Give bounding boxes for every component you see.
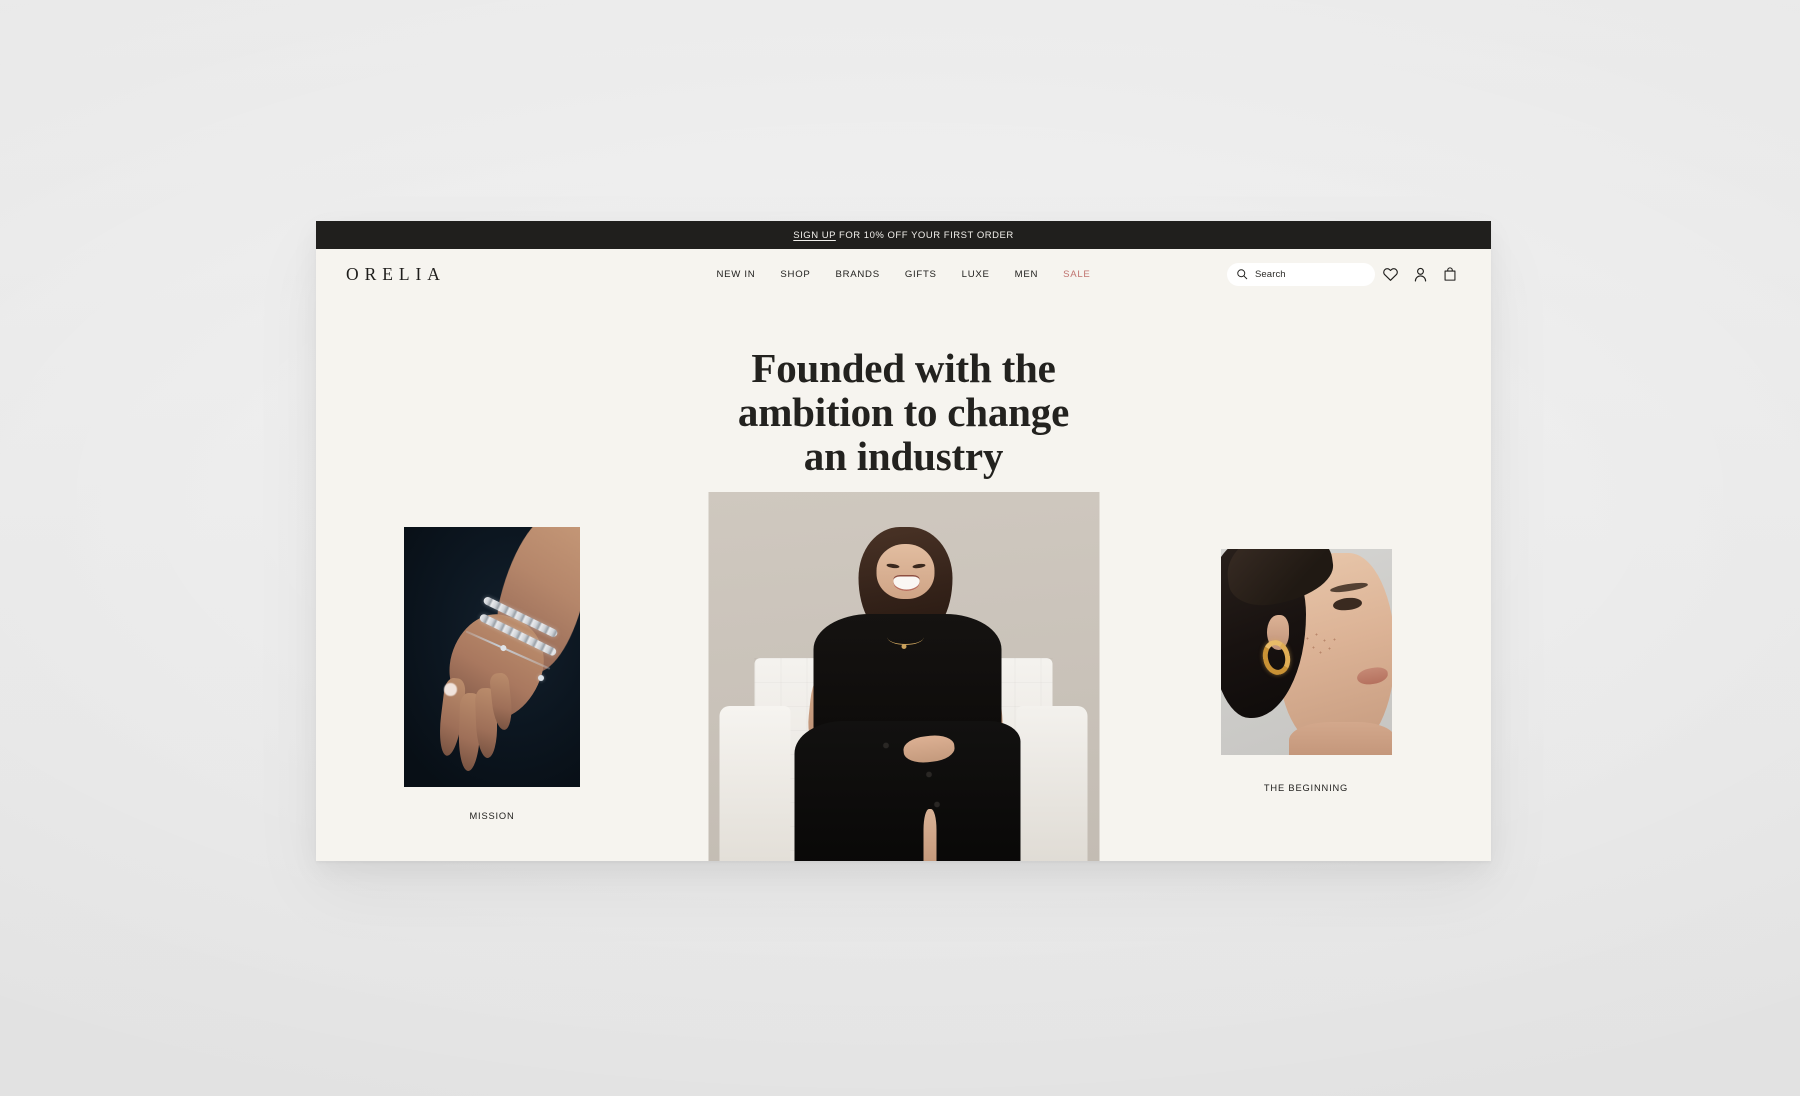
- beginning-caption[interactable]: THE BEGINNING: [1264, 783, 1348, 793]
- hero-section: Founded with the ambition to change an i…: [316, 299, 1491, 861]
- account-button[interactable]: [1405, 259, 1435, 289]
- mission-card[interactable]: MISSION: [392, 527, 592, 821]
- beginning-image[interactable]: [1220, 549, 1392, 755]
- site-logo[interactable]: ORELIA: [342, 264, 446, 285]
- nav-item-shop[interactable]: SHOP: [780, 269, 810, 280]
- shopping-bag-icon: [1442, 266, 1458, 282]
- gold-hoop-earring-illustration: [1220, 549, 1392, 755]
- mission-image[interactable]: [404, 527, 580, 787]
- announcement-text: SIGN UP FOR 10% OFF YOUR FIRST ORDER: [793, 230, 1013, 241]
- search-input[interactable]: [1255, 268, 1365, 280]
- founder-portrait-illustration: [708, 492, 1099, 861]
- sign-up-link[interactable]: SIGN UP: [793, 230, 836, 241]
- headline-line-2: ambition to change: [737, 388, 1070, 435]
- mission-caption[interactable]: MISSION: [469, 811, 514, 821]
- headline-line-1: Founded with the: [751, 345, 1056, 391]
- nav-item-men[interactable]: MEN: [1015, 269, 1038, 280]
- person-icon: [1412, 266, 1429, 283]
- hand-with-pearl-bracelets-illustration: [404, 527, 580, 787]
- nav-item-new-in[interactable]: NEW IN: [716, 269, 755, 280]
- founder-portrait-image[interactable]: [708, 492, 1099, 861]
- headline-line-3: an industry: [803, 432, 1004, 479]
- nav-item-sale[interactable]: SALE: [1063, 269, 1090, 280]
- nav-item-brands[interactable]: BRANDS: [836, 269, 880, 280]
- wishlist-button[interactable]: [1375, 259, 1405, 289]
- nav-item-luxe[interactable]: LUXE: [962, 269, 990, 280]
- search-icon: [1236, 268, 1248, 280]
- main-navigation: NEW IN SHOP BRANDS GIFTS LUXE MEN SALE: [716, 269, 1090, 280]
- site-header: ORELIA NEW IN SHOP BRANDS GIFTS LUXE MEN…: [316, 249, 1491, 299]
- browser-viewport: SIGN UP FOR 10% OFF YOUR FIRST ORDER ORE…: [316, 221, 1491, 861]
- desktop-backdrop: SIGN UP FOR 10% OFF YOUR FIRST ORDER ORE…: [0, 0, 1800, 1096]
- beginning-card[interactable]: THE BEGINNING: [1206, 549, 1406, 793]
- header-utilities: [1227, 259, 1465, 289]
- page-title: Founded with the ambition to change an i…: [316, 345, 1491, 479]
- search-field[interactable]: [1227, 262, 1375, 286]
- nav-item-gifts[interactable]: GIFTS: [905, 269, 937, 280]
- heart-icon: [1382, 266, 1399, 283]
- cart-button[interactable]: [1435, 259, 1465, 289]
- announcement-rest-text: FOR 10% OFF YOUR FIRST ORDER: [835, 229, 1014, 241]
- announcement-bar: SIGN UP FOR 10% OFF YOUR FIRST ORDER: [316, 221, 1491, 249]
